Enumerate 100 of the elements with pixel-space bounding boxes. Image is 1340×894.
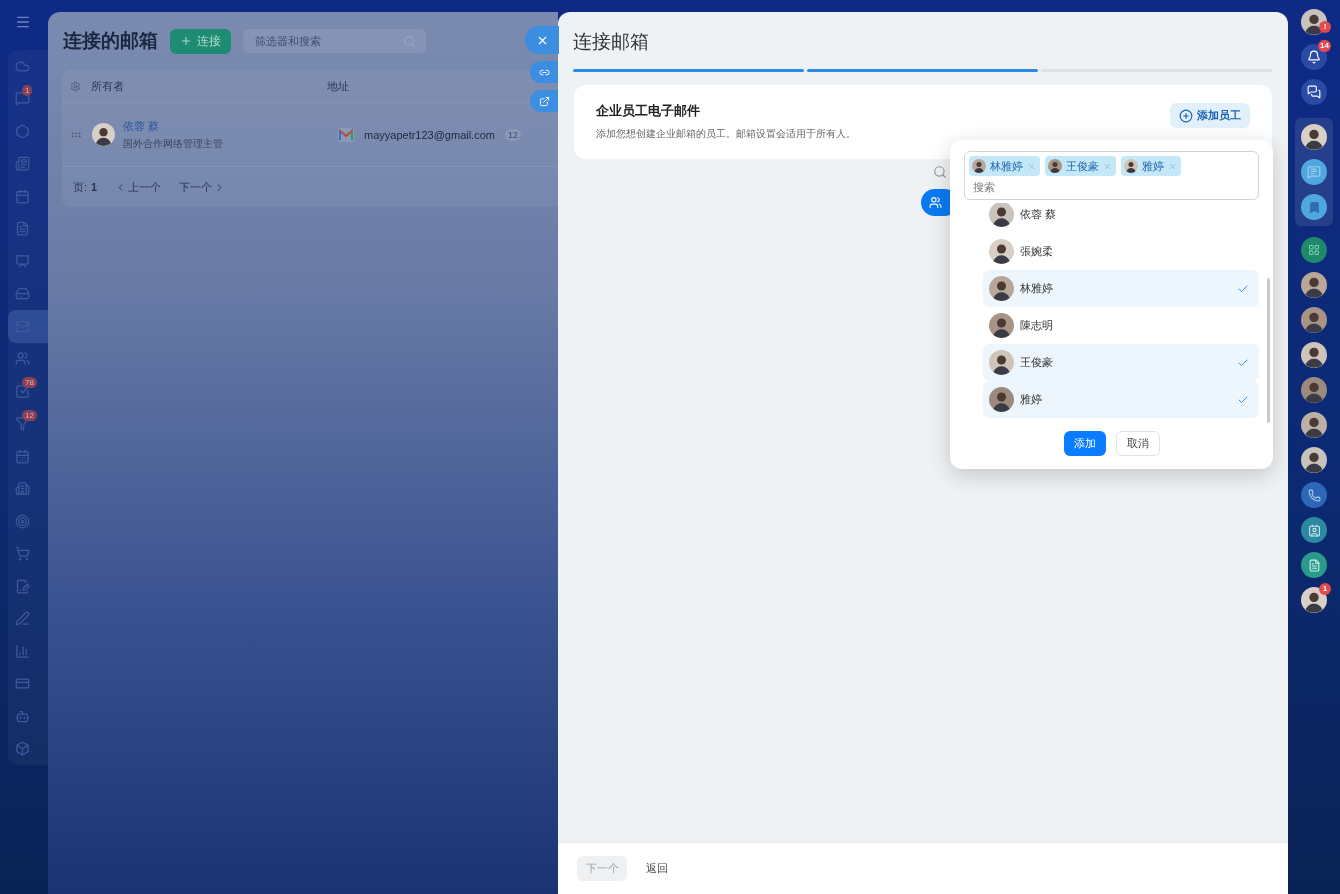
card-description: 添加您想创建企业邮箱的员工。邮箱设置会适用于所有人。 xyxy=(596,127,856,141)
avatar-icon xyxy=(1048,159,1062,173)
nav-item[interactable]: 78 xyxy=(8,375,48,408)
add-button[interactable]: 添加 xyxy=(1063,431,1106,456)
user-avatar-button[interactable] xyxy=(1301,124,1327,150)
user-avatar-button[interactable] xyxy=(1301,377,1327,403)
grid-icon xyxy=(1308,244,1320,256)
remove-icon[interactable] xyxy=(1168,161,1177,171)
previous-page-link[interactable]: 上一个 xyxy=(115,179,162,195)
contact-card-icon xyxy=(1307,523,1321,537)
notifications-button[interactable] xyxy=(1301,44,1327,70)
notification-badge: 14 xyxy=(1318,40,1331,52)
avatar-icon xyxy=(989,239,1014,264)
count-badge: 1 xyxy=(22,84,33,96)
avatar-icon xyxy=(92,123,115,146)
next-page-link[interactable]: 下一个 xyxy=(179,179,226,195)
tag-label: 林雅婷 xyxy=(990,158,1023,174)
count-badge: 12 xyxy=(22,409,37,421)
avatar-icon xyxy=(989,350,1014,375)
user-avatar-button[interactable] xyxy=(1301,587,1327,613)
user-avatar-button[interactable] xyxy=(1301,307,1327,333)
avatar-icon xyxy=(1124,159,1138,173)
nav-item[interactable] xyxy=(8,310,48,343)
avatar-icon xyxy=(989,387,1014,412)
count-badge: 12 xyxy=(505,128,521,141)
bell-icon xyxy=(1307,50,1321,64)
calendar-icon xyxy=(15,448,30,464)
search-input[interactable]: 搜索 xyxy=(969,181,1089,193)
user-avatar-button[interactable] xyxy=(1301,412,1327,438)
column-header: 所有者 xyxy=(91,78,125,94)
employee-option[interactable]: 林雅婷 xyxy=(983,270,1259,307)
user-avatar-button[interactable] xyxy=(1301,9,1327,35)
chat-button[interactable] xyxy=(1301,79,1327,105)
messages-button[interactable] xyxy=(1301,159,1327,185)
newspaper-icon xyxy=(15,156,30,172)
open-new-window-button[interactable] xyxy=(530,90,558,112)
drive-icon xyxy=(15,286,30,302)
avatar-icon xyxy=(1301,124,1327,150)
employee-option[interactable]: 陳志明 xyxy=(983,307,1259,344)
remove-icon[interactable] xyxy=(1027,161,1036,171)
employee-option[interactable]: 雅婷 xyxy=(983,381,1259,418)
remove-icon[interactable] xyxy=(1103,161,1112,171)
menu-icon[interactable] xyxy=(15,14,31,30)
calendar-icon xyxy=(15,188,30,204)
users-icon xyxy=(929,195,942,209)
building-icon xyxy=(15,481,30,497)
avatar-icon xyxy=(1301,447,1327,473)
app-button[interactable] xyxy=(1301,237,1327,263)
phone-button[interactable] xyxy=(1301,482,1327,508)
notification-badge: 1 xyxy=(1319,583,1331,595)
nav-item[interactable]: 12 xyxy=(8,407,48,440)
card-icon xyxy=(15,676,30,692)
presentation-icon xyxy=(15,253,30,269)
avatar-icon xyxy=(989,276,1014,301)
avatar-icon xyxy=(989,313,1014,338)
connect-button[interactable]: 连接 xyxy=(170,28,231,54)
bookmark-button[interactable] xyxy=(1301,194,1327,220)
documents-button[interactable] xyxy=(1301,552,1327,578)
user-avatar-button[interactable] xyxy=(1301,342,1327,368)
cloud-icon xyxy=(15,58,30,74)
cancel-button[interactable]: 取消 xyxy=(1115,431,1160,456)
avatar-icon xyxy=(1301,412,1327,438)
email-address: mayyapetr123@gmail.com xyxy=(364,128,495,141)
back-link[interactable]: 返回 xyxy=(646,861,668,876)
nav-item[interactable]: 1 xyxy=(8,82,48,115)
copy-link-button[interactable] xyxy=(530,61,558,83)
pen-icon xyxy=(15,611,30,627)
mail-logo-icon xyxy=(338,127,354,142)
settings-icon[interactable] xyxy=(70,80,81,92)
signature-icon xyxy=(15,578,30,594)
document-icon xyxy=(1307,558,1321,572)
avatar-icon xyxy=(1301,377,1327,403)
user-avatar-button[interactable] xyxy=(1301,272,1327,298)
hexagon-icon xyxy=(15,123,30,139)
contacts-button[interactable] xyxy=(1301,517,1327,543)
avatar-icon xyxy=(972,159,986,173)
plus-icon xyxy=(180,35,192,47)
checkbox-icon xyxy=(15,383,30,399)
avatar-icon xyxy=(1301,342,1327,368)
scrollbar-thumb[interactable] xyxy=(1267,278,1270,423)
chat-icon xyxy=(15,91,30,107)
user-avatar-button[interactable] xyxy=(1301,447,1327,473)
tag-label: 王俊豪 xyxy=(1066,158,1099,174)
close-button[interactable] xyxy=(525,26,559,54)
funnel-icon xyxy=(15,416,30,432)
phone-icon xyxy=(1307,488,1321,502)
employee-option[interactable]: 依蓉 蔡 xyxy=(983,203,1259,233)
avatar-icon xyxy=(989,203,1014,227)
employee-option[interactable]: 張婉柔 xyxy=(983,233,1259,270)
external-link-icon xyxy=(538,95,550,107)
bookmark-icon xyxy=(1307,200,1321,214)
search-icon[interactable] xyxy=(932,164,947,179)
message-icon xyxy=(1307,165,1321,179)
tag-label: 雅婷 xyxy=(1142,158,1164,174)
avatar-icon xyxy=(1301,272,1327,298)
avatar-icon xyxy=(1301,587,1327,613)
page-label: 页: xyxy=(73,179,88,195)
add-employee-button[interactable]: 添加员工 xyxy=(1170,103,1250,128)
employee-option[interactable]: 王俊豪 xyxy=(983,344,1259,381)
recipient-field[interactable]: 林雅婷 王俊豪 雅婷 搜索 xyxy=(964,151,1259,200)
